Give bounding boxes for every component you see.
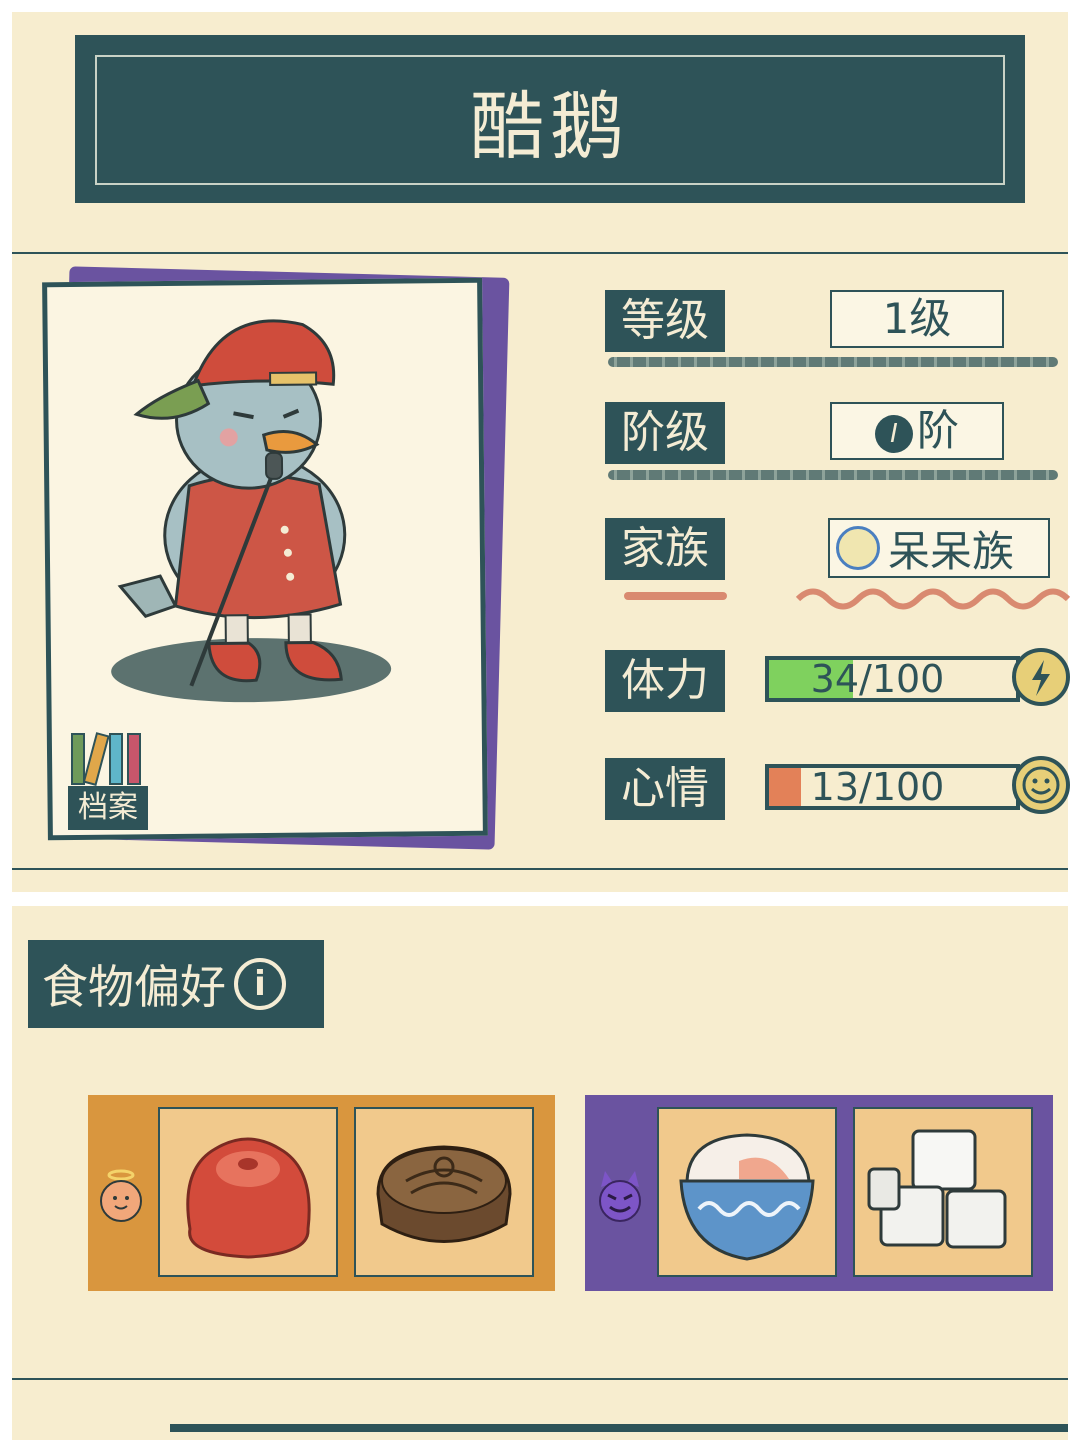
mood-bar: 13/100 <box>765 764 1020 810</box>
lightning-glyph <box>1032 660 1050 696</box>
frame-right <box>1068 0 1080 1440</box>
red-jelly-icon <box>186 1137 311 1259</box>
info-icon[interactable]: i <box>234 958 286 1010</box>
rank-label: 阶级 <box>605 402 725 464</box>
food-slot-disliked-2[interactable] <box>853 1107 1033 1277</box>
food-slot-disliked-1[interactable] <box>657 1107 837 1277</box>
rank-value: 阶 <box>916 406 959 455</box>
family-label: 家族 <box>605 518 725 580</box>
food-preferences-title: 食物偏好 <box>42 960 226 1014</box>
family-value-box[interactable]: 呆呆族 <box>828 518 1050 578</box>
food-slot-liked-2[interactable] <box>354 1107 534 1277</box>
rank-underline <box>608 470 1058 480</box>
frame-top <box>0 0 1080 12</box>
disliked-foods-panel <box>585 1095 1053 1291</box>
smiley-glyph <box>1022 766 1060 804</box>
rank-value-box: I阶 <box>830 402 1004 460</box>
stamina-label: 体力 <box>605 650 725 712</box>
mood-label: 心情 <box>605 758 725 820</box>
stamina-value: 34/100 <box>810 657 945 701</box>
family-emblem-icon <box>836 526 880 570</box>
food-preferences-header: 食物偏好 i <box>28 940 324 1028</box>
frame-left <box>0 0 12 1440</box>
title-banner: 酷鹅 <box>75 35 1025 203</box>
character-name: 酷鹅 <box>470 83 630 170</box>
food-slot-liked-1[interactable] <box>158 1107 338 1277</box>
mooncake-icon <box>376 1145 512 1243</box>
profile-divider <box>12 868 1068 870</box>
archive-button[interactable]: 档案 <box>68 730 148 834</box>
sugar-cubes-icon <box>867 1129 1007 1249</box>
liked-foods-panel <box>88 1095 555 1291</box>
level-value: 1级 <box>830 290 1004 348</box>
rank-badge-icon: I <box>874 414 913 453</box>
shaved-ice-bowl-icon <box>679 1133 815 1261</box>
stamina-bar: 34/100 <box>765 656 1020 702</box>
angel-face-icon <box>100 1169 142 1222</box>
archive-label: 档案 <box>68 786 148 830</box>
bottom-bar <box>170 1424 1068 1432</box>
title-inner-frame: 酷鹅 <box>95 55 1005 185</box>
books-icon <box>71 732 141 786</box>
header-divider <box>12 252 1068 254</box>
family-value: 呆呆族 <box>888 526 1015 576</box>
footer-divider <box>12 1378 1068 1380</box>
frame-divider <box>0 892 1080 906</box>
devil-face-icon <box>599 1171 641 1222</box>
lightning-icon[interactable] <box>1012 648 1070 706</box>
family-wavy-underline <box>624 588 1071 610</box>
level-underline <box>608 357 1058 367</box>
mood-value: 13/100 <box>810 765 945 809</box>
smiley-icon[interactable] <box>1012 756 1070 814</box>
level-label: 等级 <box>605 290 725 352</box>
